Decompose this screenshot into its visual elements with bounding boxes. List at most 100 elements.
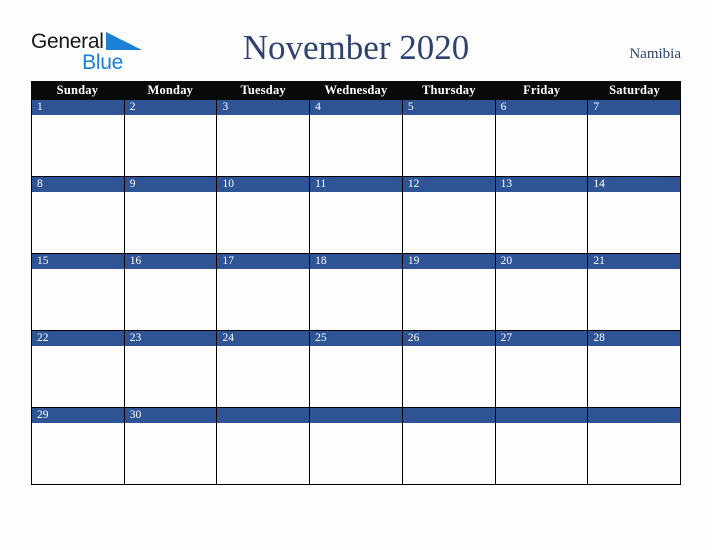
day-cell[interactable]: 4 bbox=[310, 100, 403, 176]
day-notes-area[interactable] bbox=[495, 192, 588, 253]
day-cell[interactable]: 23 bbox=[124, 331, 218, 407]
calendar-grid: Sunday Monday Tuesday Wednesday Thursday… bbox=[31, 81, 682, 485]
day-cell[interactable]: 29 bbox=[32, 408, 125, 484]
day-cell[interactable]: 14 bbox=[588, 177, 682, 253]
weekday-header-sunday: Sunday bbox=[56, 83, 99, 97]
day-cell[interactable]: 13 bbox=[495, 177, 589, 253]
day-notes-area[interactable] bbox=[310, 346, 402, 407]
day-notes-area[interactable] bbox=[32, 115, 124, 176]
day-notes-area[interactable] bbox=[310, 115, 402, 176]
day-cell[interactable] bbox=[588, 408, 682, 484]
day-number: 2 bbox=[124, 100, 217, 115]
day-cell[interactable]: 16 bbox=[124, 254, 218, 330]
day-notes-area[interactable] bbox=[32, 346, 124, 407]
day-notes-area[interactable] bbox=[217, 423, 310, 484]
day-number: 5 bbox=[402, 100, 495, 115]
weekday-header-wednesday: Wednesday bbox=[324, 83, 388, 97]
week-row: 8 9 10 11 12 13 14 bbox=[31, 177, 682, 254]
day-cell[interactable] bbox=[217, 408, 311, 484]
day-cell[interactable]: 25 bbox=[310, 331, 403, 407]
week-row: 29 30 bbox=[31, 408, 682, 485]
week-row: 22 23 24 25 26 27 28 bbox=[31, 331, 682, 408]
day-cell[interactable]: 8 bbox=[32, 177, 125, 253]
day-notes-area[interactable] bbox=[124, 423, 217, 484]
day-notes-area[interactable] bbox=[588, 346, 681, 407]
day-notes-area[interactable] bbox=[402, 423, 495, 484]
day-number: 23 bbox=[124, 331, 217, 346]
day-notes-area[interactable] bbox=[495, 346, 588, 407]
day-notes-area[interactable] bbox=[124, 115, 217, 176]
day-cell[interactable]: 21 bbox=[588, 254, 682, 330]
country-label: Namibia bbox=[629, 46, 681, 62]
day-cell[interactable]: 18 bbox=[310, 254, 403, 330]
day-notes-area[interactable] bbox=[310, 269, 402, 330]
day-notes-area[interactable] bbox=[402, 346, 495, 407]
day-cell[interactable]: 22 bbox=[32, 331, 125, 407]
day-cell[interactable]: 17 bbox=[217, 254, 311, 330]
day-notes-area[interactable] bbox=[32, 192, 124, 253]
day-notes-area[interactable] bbox=[124, 192, 217, 253]
day-notes-area[interactable] bbox=[495, 423, 588, 484]
day-notes-area[interactable] bbox=[588, 115, 681, 176]
day-notes-area[interactable] bbox=[495, 115, 588, 176]
day-cell[interactable]: 3 bbox=[217, 100, 311, 176]
day-cell[interactable]: 12 bbox=[402, 177, 496, 253]
weekday-header-row: Sunday Monday Tuesday Wednesday Thursday… bbox=[31, 81, 681, 100]
day-cell[interactable]: 5 bbox=[402, 100, 496, 176]
day-cell[interactable]: 11 bbox=[310, 177, 403, 253]
day-number: 15 bbox=[32, 254, 124, 269]
week-row: 1 2 3 4 5 6 7 bbox=[31, 100, 682, 177]
day-number: 26 bbox=[402, 331, 495, 346]
day-notes-area[interactable] bbox=[124, 346, 217, 407]
day-notes-area[interactable] bbox=[402, 269, 495, 330]
day-cell[interactable]: 1 bbox=[32, 100, 125, 176]
day-cell[interactable]: 9 bbox=[124, 177, 218, 253]
day-notes-area[interactable] bbox=[495, 269, 588, 330]
day-notes-area[interactable] bbox=[588, 423, 681, 484]
day-number: 12 bbox=[402, 177, 495, 192]
page-header: General Blue November 2020 Namibia bbox=[0, 0, 712, 80]
day-number: 27 bbox=[495, 331, 588, 346]
day-cell[interactable]: 10 bbox=[217, 177, 311, 253]
day-number bbox=[402, 408, 495, 423]
day-cell[interactable]: 28 bbox=[588, 331, 682, 407]
day-cell[interactable]: 24 bbox=[217, 331, 311, 407]
day-number: 3 bbox=[217, 100, 310, 115]
day-cell[interactable]: 2 bbox=[124, 100, 218, 176]
day-cell[interactable] bbox=[495, 408, 589, 484]
day-notes-area[interactable] bbox=[402, 192, 495, 253]
week-row: 15 16 17 18 19 20 21 bbox=[31, 254, 682, 331]
day-notes-area[interactable] bbox=[588, 269, 681, 330]
day-number: 4 bbox=[310, 100, 402, 115]
day-cell[interactable]: 27 bbox=[495, 331, 589, 407]
day-cell[interactable]: 30 bbox=[124, 408, 218, 484]
day-cell[interactable]: 15 bbox=[32, 254, 125, 330]
day-notes-area[interactable] bbox=[217, 115, 310, 176]
day-number: 22 bbox=[32, 331, 124, 346]
day-notes-area[interactable] bbox=[217, 346, 310, 407]
day-cell[interactable] bbox=[310, 408, 403, 484]
day-cell[interactable]: 6 bbox=[495, 100, 589, 176]
weekday-header-tuesday: Tuesday bbox=[240, 83, 286, 97]
day-notes-area[interactable] bbox=[588, 192, 681, 253]
day-number: 10 bbox=[217, 177, 310, 192]
day-cell[interactable]: 20 bbox=[495, 254, 589, 330]
day-number: 1 bbox=[32, 100, 124, 115]
day-cell[interactable]: 26 bbox=[402, 331, 496, 407]
day-cell[interactable]: 7 bbox=[588, 100, 682, 176]
day-number: 25 bbox=[310, 331, 402, 346]
day-notes-area[interactable] bbox=[217, 192, 310, 253]
weekday-header-thursday: Thursday bbox=[422, 83, 476, 97]
day-number: 6 bbox=[495, 100, 588, 115]
day-notes-area[interactable] bbox=[310, 192, 402, 253]
day-notes-area[interactable] bbox=[217, 269, 310, 330]
day-notes-area[interactable] bbox=[32, 423, 124, 484]
day-notes-area[interactable] bbox=[402, 115, 495, 176]
day-number: 20 bbox=[495, 254, 588, 269]
day-cell[interactable] bbox=[402, 408, 496, 484]
day-notes-area[interactable] bbox=[310, 423, 402, 484]
day-notes-area[interactable] bbox=[124, 269, 217, 330]
day-number: 16 bbox=[124, 254, 217, 269]
day-cell[interactable]: 19 bbox=[402, 254, 496, 330]
day-notes-area[interactable] bbox=[32, 269, 124, 330]
